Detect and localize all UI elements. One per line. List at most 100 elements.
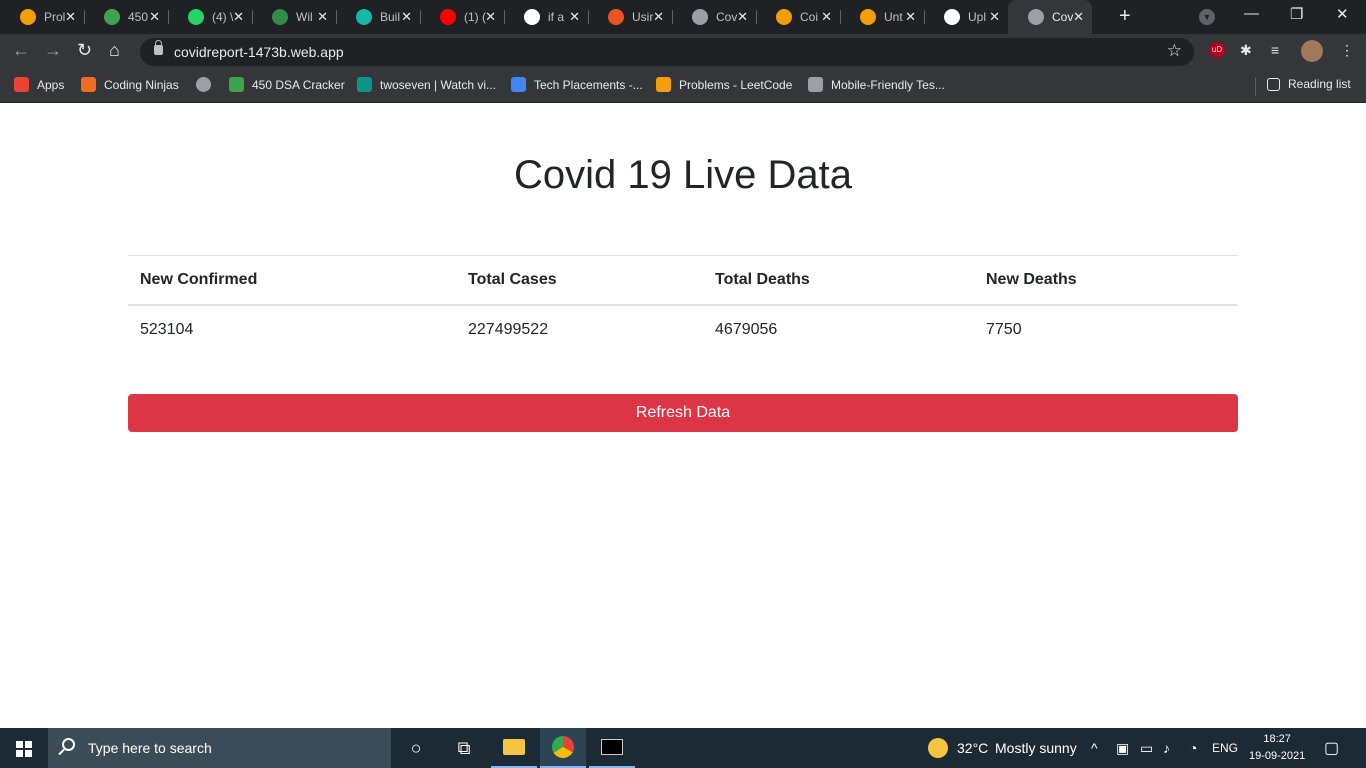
minimize-icon[interactable]: — <box>1244 5 1259 22</box>
browser-tab[interactable]: Usir ✕ <box>588 0 672 34</box>
browser-tab[interactable]: (4) \ ✕ <box>168 0 252 34</box>
taskbar-search[interactable]: Type here to search <box>48 728 391 768</box>
terminal-icon[interactable] <box>589 728 635 768</box>
weather-icon[interactable] <box>928 738 948 758</box>
close-tab-icon[interactable]: ✕ <box>737 9 748 25</box>
browser-tab[interactable]: if a ✕ <box>504 0 588 34</box>
media-control-icon[interactable]: ≡ <box>1271 42 1279 58</box>
home-icon[interactable]: ⌂ <box>109 40 120 61</box>
close-tab-icon[interactable]: ✕ <box>317 9 328 25</box>
browser-tab-strip: Prol ✕ 450 ✕ (4) \ ✕ Wil ✕ Buil ✕ (1) (✕ if a ✕ Usir ✕… <box>0 0 1366 34</box>
dsa-icon <box>104 9 120 25</box>
bookmark-item[interactable]: Problems - LeetCode <box>656 77 792 92</box>
cortana-icon[interactable]: ○ <box>393 728 439 768</box>
tab-divider <box>252 10 253 24</box>
geeksforgeeks-icon <box>272 9 288 25</box>
wifi-icon[interactable]: ◔ <box>1189 740 1197 756</box>
reload-icon[interactable]: ↻ <box>77 40 92 61</box>
task-view-icon[interactable]: ⧉ <box>441 728 487 768</box>
close-tab-icon[interactable]: ✕ <box>569 9 580 25</box>
volume-icon[interactable]: ♪ <box>1163 740 1170 756</box>
ubuntu-icon <box>608 9 624 25</box>
close-tab-icon[interactable]: ✕ <box>1073 9 1084 25</box>
notifications-icon[interactable]: ▢ <box>1324 738 1339 758</box>
header-total-deaths: Total Deaths <box>703 255 974 306</box>
weather-desc[interactable]: Mostly sunny <box>995 740 1077 756</box>
browser-tab[interactable]: Cov ✕ <box>1008 0 1092 34</box>
dsa-icon <box>229 77 244 92</box>
close-tab-icon[interactable]: ✕ <box>821 9 832 25</box>
youtube-icon <box>440 9 456 25</box>
bookmark-label: Coding Ninjas <box>104 77 179 92</box>
close-window-icon[interactable]: ✕ <box>1336 5 1349 23</box>
weather-temp[interactable]: 32°C <box>957 740 988 756</box>
google-icon <box>524 9 540 25</box>
file-explorer-icon[interactable] <box>491 728 537 768</box>
windows-start-icon[interactable] <box>16 741 32 757</box>
tab-divider <box>756 10 757 24</box>
close-tab-icon[interactable]: ✕ <box>149 9 160 25</box>
ublock-icon[interactable]: uD <box>1209 42 1225 58</box>
close-tab-icon[interactable]: ✕ <box>485 9 496 25</box>
bookmark-item[interactable] <box>196 77 219 92</box>
bookmark-item[interactable]: Tech Placements -... <box>511 77 643 92</box>
docs-icon <box>511 77 526 92</box>
profile-avatar[interactable] <box>1301 40 1323 62</box>
coding-ninjas-icon <box>20 9 36 25</box>
browser-tab[interactable]: Upl ✕ <box>924 0 1008 34</box>
lock-icon[interactable] <box>154 40 163 55</box>
clock[interactable]: 18:27 19-09-2021 <box>1249 731 1305 765</box>
browser-tab[interactable]: Buil ✕ <box>336 0 420 34</box>
browser-tab[interactable]: Coi ✕ <box>756 0 840 34</box>
header-total-cases: Total Cases <box>456 255 703 306</box>
close-tab-icon[interactable]: ✕ <box>233 9 244 25</box>
browser-tab[interactable]: Unt ✕ <box>840 0 924 34</box>
browser-tab[interactable]: Prol ✕ <box>0 0 84 34</box>
bookmark-item[interactable]: 450 DSA Cracker <box>229 77 345 92</box>
close-tab-icon[interactable]: ✕ <box>65 9 76 25</box>
back-icon[interactable]: ← <box>12 40 30 61</box>
bookmark-item[interactable]: Apps <box>14 77 64 92</box>
bookmark-item[interactable]: twoseven | Watch vi... <box>357 77 496 92</box>
bookmarks-divider <box>1255 78 1256 96</box>
bookmark-item[interactable]: Coding Ninjas <box>81 77 179 92</box>
address-bar[interactable]: covidreport-1473b.web.app ☆ <box>140 38 1194 66</box>
menu-icon[interactable]: ⋮ <box>1340 42 1354 59</box>
new-tab-icon[interactable]: + <box>1119 5 1131 28</box>
covid-data-table: New Confirmed Total Cases Total Deaths N… <box>128 255 1238 354</box>
bookmark-label: Problems - LeetCode <box>679 77 793 92</box>
bookmark-label: Mobile-Friendly Tes... <box>831 77 945 92</box>
browser-tab[interactable]: 450 ✕ <box>84 0 168 34</box>
bookmark-label: Apps <box>37 77 65 92</box>
page-content: Covid 19 Live Data New Confirmed Total C… <box>0 103 1366 728</box>
tab-divider <box>588 10 589 24</box>
bookmark-star-icon[interactable]: ☆ <box>1167 41 1182 61</box>
restore-icon[interactable]: ❐ <box>1290 5 1303 23</box>
table-row: 523104 227499522 4679056 7750 <box>128 305 1238 354</box>
close-tab-icon[interactable]: ✕ <box>989 9 1000 25</box>
browser-tab[interactable]: Cov ✕ <box>672 0 756 34</box>
close-tab-icon[interactable]: ✕ <box>401 9 412 25</box>
reading-list-button[interactable]: Reading list <box>1267 77 1351 91</box>
meet-now-icon[interactable]: ▣ <box>1116 740 1129 757</box>
url-text[interactable]: covidreport-1473b.web.app <box>174 44 344 60</box>
chrome-taskbar-icon[interactable] <box>540 728 586 768</box>
cell-total-cases: 227499522 <box>468 321 549 338</box>
close-tab-icon[interactable]: ✕ <box>905 9 916 25</box>
tab-divider <box>504 10 505 24</box>
language-indicator[interactable]: ENG <box>1212 741 1238 755</box>
search-icon <box>62 738 75 751</box>
show-hidden-icons-icon[interactable]: ^ <box>1091 740 1098 756</box>
tab-search-icon[interactable]: ▼ <box>1199 9 1215 25</box>
browser-tab[interactable]: (1) (✕ <box>420 0 504 34</box>
header-new-deaths: New Deaths <box>974 255 1238 306</box>
forward-icon[interactable]: → <box>44 40 62 61</box>
close-tab-icon[interactable]: ✕ <box>653 9 664 25</box>
browser-tab[interactable]: Wil ✕ <box>252 0 336 34</box>
refresh-data-button[interactable]: Refresh Data <box>128 394 1238 432</box>
clock-date: 19-09-2021 <box>1249 750 1306 762</box>
bookmark-item[interactable]: Mobile-Friendly Tes... <box>808 77 945 92</box>
leetcode-icon <box>860 9 876 25</box>
battery-icon[interactable]: ▭ <box>1140 740 1153 757</box>
extensions-icon[interactable]: ✱ <box>1240 42 1252 59</box>
